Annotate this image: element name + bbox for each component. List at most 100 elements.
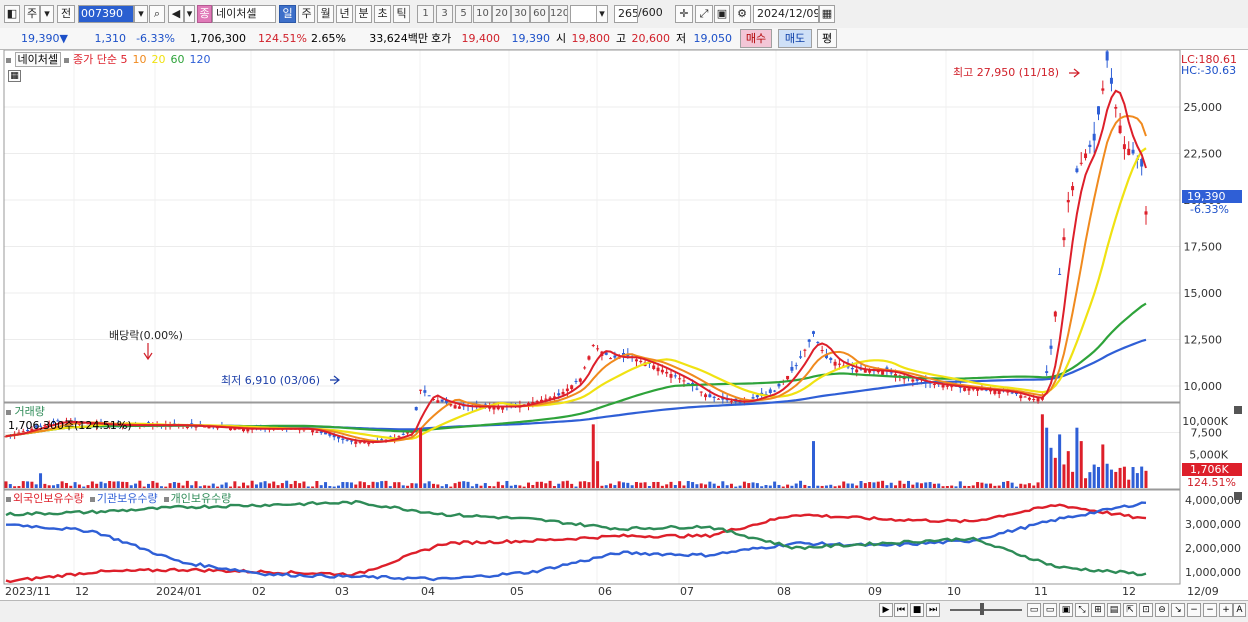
draw-tool-icon[interactable]: ⤢ — [695, 5, 713, 23]
font-size-icon[interactable]: A — [1233, 603, 1246, 617]
volume-panel-close-icon[interactable] — [1234, 406, 1242, 414]
avg-button[interactable]: 평 — [817, 29, 837, 48]
calendar-icon[interactable]: ▦ — [819, 5, 835, 23]
scroll-right-icon[interactable]: ▶ — [879, 603, 893, 617]
volume-bar — [52, 485, 55, 488]
interval-button-5[interactable]: 30 — [511, 5, 530, 23]
date-input[interactable]: 2024/12/09 — [753, 5, 819, 23]
price-legend-name[interactable]: 네이처셀 — [14, 52, 61, 67]
volume-bar — [803, 484, 807, 488]
candle-body — [457, 406, 461, 409]
volume-bar — [34, 484, 38, 488]
link-icon[interactable]: ⊞ — [1091, 603, 1105, 617]
compare-icon[interactable]: ⊡ — [1139, 603, 1153, 617]
period-button-1[interactable]: 주 — [298, 5, 315, 23]
volume-bar — [190, 485, 194, 488]
volume-bar — [151, 481, 155, 488]
table-view-icon[interactable]: ▦ — [8, 70, 21, 82]
holding-legend-2[interactable]: 개인보유수량 — [171, 492, 232, 505]
period-button-3[interactable]: 년 — [336, 5, 353, 23]
zoom-out-icon[interactable]: ⊖ — [1155, 603, 1169, 617]
count-input[interactable]: 265 — [614, 5, 638, 23]
ma-legend-2[interactable]: 20 — [151, 53, 165, 66]
prev-button[interactable]: 전 — [57, 5, 75, 23]
market-type-select[interactable]: 주 — [24, 5, 40, 23]
volume-bar — [768, 485, 772, 488]
volume-bar — [423, 483, 427, 488]
crosshair-icon[interactable]: ✛ — [675, 5, 693, 23]
volume-bar — [734, 486, 738, 488]
period-button-2[interactable]: 월 — [317, 5, 334, 23]
volume-bar — [751, 482, 755, 488]
volume-bar — [116, 481, 120, 488]
interval-dropdown-chevron-icon[interactable]: ▾ — [596, 5, 608, 23]
candle-body — [656, 367, 660, 372]
candle-body — [587, 356, 591, 360]
ma-legend-0[interactable]: 5 — [120, 53, 127, 66]
candle-body — [613, 355, 617, 358]
chart-area[interactable]: 25,00022,50020,00017,50015,00012,50010,0… — [0, 50, 1248, 600]
volume-bar — [311, 486, 315, 488]
volume-bar — [773, 481, 777, 488]
speaker-icon[interactable]: ◀ — [168, 5, 184, 23]
search-icon[interactable]: ⌕ — [149, 5, 165, 23]
jump-start-icon[interactable]: ⏮ — [894, 603, 908, 617]
interval-button-4[interactable]: 20 — [492, 5, 511, 23]
volume-bar — [479, 485, 483, 488]
period-button-4[interactable]: 분 — [355, 5, 372, 23]
interval-button-3[interactable]: 10 — [473, 5, 492, 23]
volume-bar — [915, 482, 919, 488]
volume-bar — [881, 480, 885, 488]
export-icon[interactable]: ⇱ — [1123, 603, 1137, 617]
volume-bar — [932, 483, 936, 488]
volume-bar — [522, 486, 526, 488]
layout-icon-2[interactable]: ▭ — [1043, 603, 1057, 617]
scale-icon[interactable]: ⤡ — [1075, 603, 1089, 617]
zoom-slider-track[interactable] — [950, 609, 1022, 611]
volume-bar — [570, 483, 574, 488]
period-button-6[interactable]: 틱 — [393, 5, 410, 23]
ma-legend-4[interactable]: 120 — [189, 53, 210, 66]
stock-code-input[interactable]: 007390 — [78, 5, 134, 23]
scale-menu-icon[interactable]: ↘ — [1171, 603, 1185, 617]
layout-icon-3[interactable]: ▣ — [1059, 603, 1073, 617]
holding-panel-close-icon[interactable] — [1234, 492, 1242, 500]
candle-body — [578, 378, 582, 382]
sell-button[interactable]: 매도 — [778, 29, 812, 48]
interval-button-0[interactable]: 1 — [417, 5, 434, 23]
zoom-slider-handle[interactable] — [980, 603, 984, 615]
volume-bar — [876, 481, 880, 488]
legend-square-icon — [64, 57, 70, 63]
period-button-0[interactable]: 일 — [279, 5, 296, 23]
ma-legend-1[interactable]: 10 — [132, 53, 146, 66]
interval-button-2[interactable]: 5 — [455, 5, 472, 23]
gear-icon[interactable]: ⚙ — [733, 5, 751, 23]
interval-button-6[interactable]: 60 — [530, 5, 549, 23]
volume-bar — [501, 485, 505, 488]
layout-icon-1[interactable]: ▭ — [1027, 603, 1041, 617]
volume-bar — [319, 485, 323, 488]
jump-end-icon[interactable]: ⏭ — [926, 603, 940, 617]
interval-button-1[interactable]: 3 — [436, 5, 453, 23]
plus-icon[interactable]: + — [1219, 603, 1233, 617]
chart-type-icon[interactable]: ◧ — [4, 5, 20, 23]
volume-bar — [1131, 467, 1135, 488]
candle-body — [557, 393, 561, 396]
save-icon[interactable]: ▣ — [714, 5, 730, 23]
interval-button-7[interactable]: 120 — [549, 5, 568, 23]
code-dropdown-chevron-icon[interactable]: ▾ — [134, 5, 148, 23]
market-dropdown-chevron-icon[interactable]: ▾ — [40, 5, 54, 23]
holding-legend-1[interactable]: 기관보유수량 — [97, 492, 158, 505]
ma-legend-3[interactable]: 60 — [170, 53, 184, 66]
copy-icon[interactable]: ▤ — [1107, 603, 1121, 617]
period-button-5[interactable]: 초 — [374, 5, 391, 23]
holding-legend-0[interactable]: 외국인보유수량 — [13, 492, 84, 505]
stock-name-field[interactable]: 네이처셀 — [212, 5, 276, 23]
stop-icon[interactable]: ■ — [910, 603, 924, 617]
interval-select[interactable] — [570, 5, 598, 23]
speaker-dropdown-chevron-icon[interactable]: ▾ — [184, 5, 195, 23]
volume-bar — [557, 483, 561, 488]
minus-icon[interactable]: − — [1187, 603, 1201, 617]
font-decrease-icon[interactable]: − — [1203, 603, 1217, 617]
buy-button[interactable]: 매수 — [740, 29, 772, 48]
